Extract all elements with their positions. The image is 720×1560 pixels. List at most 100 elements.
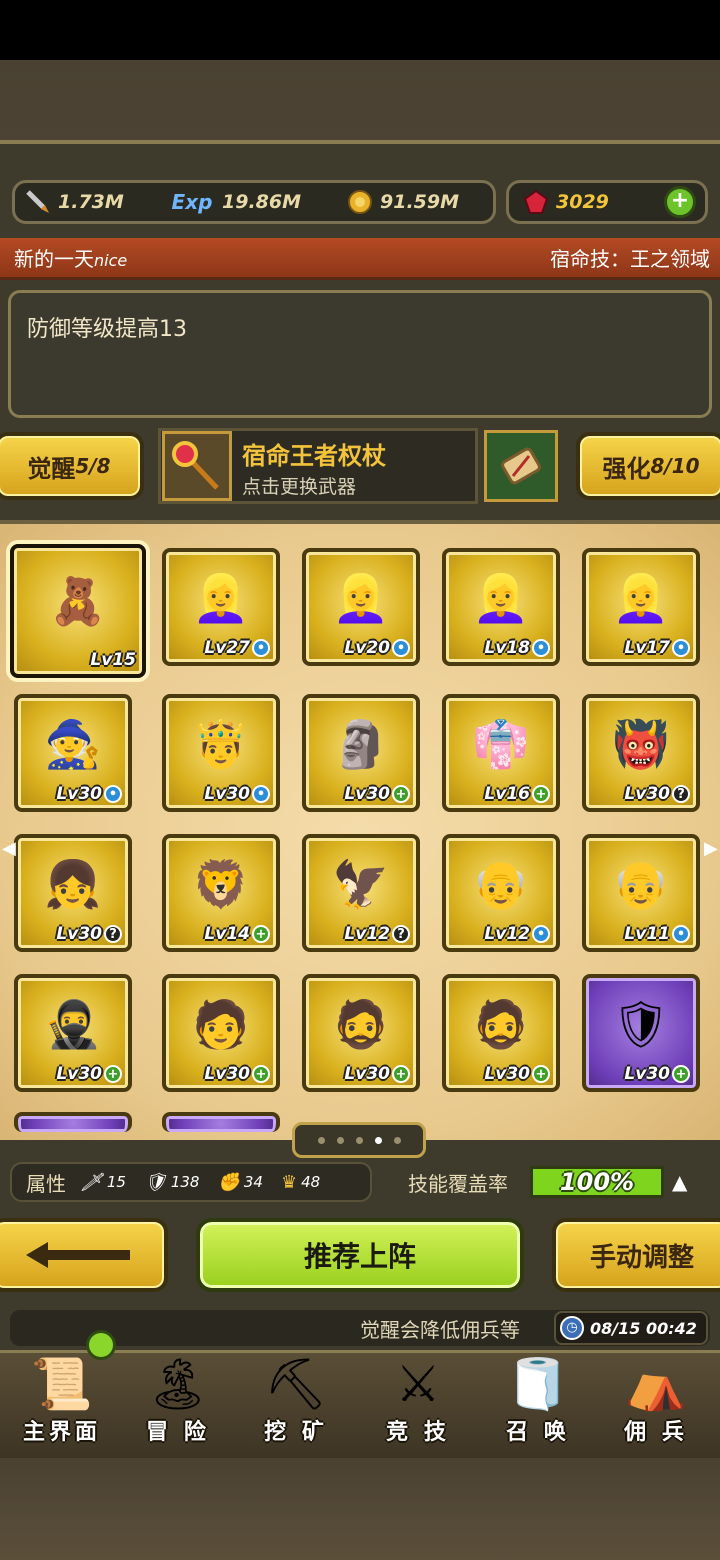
nav-mercenary[interactable]: ⛺ 佣 兵 <box>600 1342 712 1446</box>
hero-card[interactable]: 🛡 Lv30 + <box>582 974 700 1092</box>
expand-caret-icon[interactable]: ▲ <box>672 1170 687 1194</box>
nav-arena-label: 竞 技 <box>386 1420 450 1445</box>
time-value: 08/15 00:42 <box>590 1318 697 1338</box>
notice-text: 觉醒会降低佣兵等 <box>360 1318 520 1342</box>
hero-card-partial[interactable] <box>162 1112 280 1132</box>
elder-mage-icon: 🧙 <box>44 717 102 772</box>
clock-display: ◷ 08/15 00:42 <box>554 1311 708 1345</box>
nav-mining-label: 挖 矿 <box>264 1420 328 1445</box>
hero-card[interactable]: 🧸 Lv15 <box>10 544 146 678</box>
shield-icon: 🛡 <box>143 1171 167 1193</box>
hero-level: Lv30? <box>56 924 122 944</box>
hero-level-text: Lv30 <box>56 924 102 944</box>
shrine-maiden-icon: 👘 <box>472 717 530 772</box>
scroll-right-arrow[interactable]: ▶ <box>704 838 718 860</box>
hero-card[interactable]: 🦁 Lv14 + <box>162 834 280 952</box>
attr-leader-value: 48 <box>301 1173 321 1191</box>
add-gems-button[interactable]: + <box>664 186 696 218</box>
dark-hair-girl-icon: 👧 <box>44 857 102 912</box>
nav-main-label: 主界面 <box>22 1420 101 1445</box>
scepter-icon[interactable] <box>162 431 232 501</box>
hero-card[interactable]: 👱‍♀️ Lv17 • <box>582 548 700 666</box>
banner-left: 新的一天nice <box>14 243 127 272</box>
star-badge-icon: • <box>532 925 550 943</box>
manual-adjust-button[interactable]: 手动调整 <box>552 1218 720 1292</box>
island-icon: 🏝 <box>146 1355 210 1413</box>
hero-card[interactable]: 👴 Lv11 • <box>582 834 700 952</box>
weapon-name: 宿命王者权杖 <box>242 442 386 470</box>
hero-card[interactable]: 🦅 Lv12? <box>302 834 420 952</box>
hero-card[interactable]: 🧔 Lv30 + <box>442 974 560 1092</box>
hero-card[interactable]: 👹 Lv30? <box>582 694 700 812</box>
hero-level: Lv30 • <box>56 784 122 804</box>
attr-attack-value: 15 <box>106 1173 126 1191</box>
black-hair-fighter-icon: 🧑 <box>192 997 250 1052</box>
recommend-deploy-button[interactable]: 推荐上阵 <box>196 1218 524 1292</box>
hero-level-text: Lv30 <box>624 1064 670 1084</box>
scroll-icon[interactable] <box>484 430 558 502</box>
strengthen-button[interactable]: 强化 8/10 <box>576 432 720 500</box>
hero-card[interactable]: 👱‍♀️ Lv18 • <box>442 548 560 666</box>
exp-value: 19.86M <box>222 191 302 213</box>
gold-resource: 91.59M <box>346 188 459 216</box>
hero-level-text: Lv30 <box>484 1064 530 1084</box>
nav-summon-label: 召 唤 <box>506 1420 570 1445</box>
totem-bird-icon: 🦅 <box>332 857 390 912</box>
hero-level: Lv30 • <box>204 784 270 804</box>
page-dot-active[interactable] <box>374 1136 382 1144</box>
nav-summon[interactable]: 🧻 召 唤 <box>482 1342 594 1446</box>
hero-card[interactable]: 🗿 Lv30 + <box>302 694 420 812</box>
nav-mercenary-label: 佣 兵 <box>624 1420 688 1445</box>
nav-mining[interactable]: ⛏ 挖 矿 <box>240 1342 352 1446</box>
hero-card[interactable]: 👧 Lv30? <box>14 834 132 952</box>
awaken-button[interactable]: 觉醒 5/8 <box>0 432 144 500</box>
attr-support: ✊ 34 <box>217 1172 263 1193</box>
hero-card[interactable]: 🤴 Lv30 • <box>162 694 280 812</box>
tent-icon: ⛺ <box>624 1355 688 1413</box>
ruby-gem-icon <box>522 188 550 216</box>
page-indicator[interactable] <box>292 1122 426 1158</box>
hero-card[interactable]: 🧔 Lv30 + <box>302 974 420 1092</box>
hero-level-text: Lv30 <box>56 784 102 804</box>
hero-card[interactable]: 🧙 Lv30 • <box>14 694 132 812</box>
hero-level: Lv16 + <box>484 784 550 804</box>
attr-leader: ♛ 48 <box>281 1172 320 1193</box>
page-dot[interactable] <box>336 1136 344 1144</box>
hero-card[interactable]: 👱‍♀️ Lv27 • <box>162 548 280 666</box>
footer-background <box>0 1458 720 1560</box>
map-scroll-icon: 📜 <box>30 1355 94 1413</box>
upgrade-badge-icon: + <box>252 1065 270 1083</box>
nav-adventure[interactable]: 🏝 冒 险 <box>122 1342 234 1446</box>
scroll-left-arrow[interactable]: ◀ <box>2 838 16 860</box>
hero-level-text: Lv17 <box>624 638 670 658</box>
strengthen-label: 强化 <box>602 454 651 483</box>
hero-card[interactable]: 🥷 Lv30 + <box>14 974 132 1092</box>
crown-icon: ♛ <box>280 1171 298 1193</box>
hero-level: Lv14 + <box>204 924 270 944</box>
bearded-king-icon: 🧔 <box>472 997 530 1052</box>
notification-dot <box>86 1330 116 1360</box>
back-button[interactable] <box>0 1218 168 1292</box>
hero-card[interactable]: 👱‍♀️ Lv20 • <box>302 548 420 666</box>
hero-level-text: Lv30 <box>344 1064 390 1084</box>
page-dot[interactable] <box>317 1136 325 1144</box>
attr-attack: 🗡 15 <box>80 1172 126 1193</box>
hero-card[interactable]: 👘 Lv16 + <box>442 694 560 812</box>
page-dot[interactable] <box>355 1136 363 1144</box>
star-badge-icon: • <box>392 639 410 657</box>
hero-card[interactable]: 👴 Lv12 • <box>442 834 560 952</box>
hero-card[interactable]: 🧑 Lv30 + <box>162 974 280 1092</box>
nav-arena[interactable]: ⚔ 竞 技 <box>362 1342 474 1446</box>
change-weapon-hint[interactable]: 点击更换武器 <box>242 472 356 499</box>
destiny-skill-label: 宿命技：王之领域 <box>550 247 710 271</box>
hero-level-text: Lv30 <box>204 1064 250 1084</box>
hero-level-text: Lv30 <box>344 784 390 804</box>
bald-monk-icon: 👴 <box>612 857 670 912</box>
blonde-maid-icon: 👱‍♀️ <box>472 571 530 626</box>
hero-card-partial[interactable] <box>14 1112 132 1132</box>
star-badge-icon: • <box>252 639 270 657</box>
hero-level-text: Lv18 <box>484 638 530 658</box>
awaken-label: 觉醒 <box>27 454 76 483</box>
unknown-badge-icon: ? <box>672 785 690 803</box>
page-dot[interactable] <box>393 1136 401 1144</box>
